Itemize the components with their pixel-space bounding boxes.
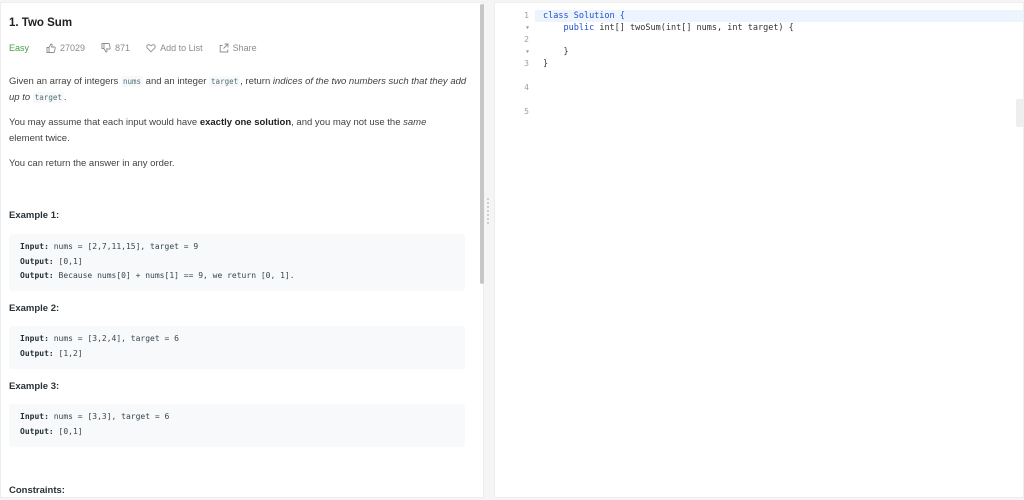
line-number-gutter: 1▼ 2▼ 3▼ 4▼ 5▼ (509, 10, 529, 130)
example-2-output: Output: [1,2] (20, 348, 83, 358)
like-button[interactable]: 27029 (46, 43, 85, 53)
line-number: 3▼ (524, 59, 529, 68)
description-paragraph-2: You may assume that each input would hav… (9, 117, 427, 144)
inline-code-target-2: target (32, 92, 64, 103)
description-paragraph-1: Given an array of integers nums and an i… (9, 76, 467, 103)
share-icon (219, 43, 229, 53)
dislike-count: 871 (115, 43, 131, 53)
code-line-4: } (563, 47, 569, 57)
description-scrollbar[interactable] (480, 4, 484, 284)
example-1-output: Output: [0,1] (20, 256, 83, 266)
heart-icon (146, 44, 156, 53)
example-2-title: Example 2: (9, 303, 60, 314)
fold-arrow-icon[interactable]: ▼ (511, 22, 529, 34)
problem-meta: Easy 27029 871 Add to List Share (9, 43, 273, 53)
fold-arrow-icon[interactable]: ▼ (511, 46, 529, 58)
difficulty-badge: Easy (9, 43, 30, 53)
example-1-input: Input: nums = [2,7,11,15], target = 9 (20, 242, 199, 251)
app-root: 1. Two Sum Easy 27029 871 Add to List Sh… (0, 0, 1024, 500)
editor-side-handle[interactable] (1016, 99, 1023, 127)
line-number: 4▼ (524, 83, 529, 92)
example-3-title: Example 3: (9, 381, 60, 392)
example-3-input: Input: nums = [3,3], target = 6 (20, 412, 170, 421)
inline-code-target: target (209, 76, 241, 87)
example-1-box: Input: nums = [2,7,11,15], target = 9 Ou… (9, 234, 465, 291)
add-to-list-label: Add to List (160, 43, 203, 53)
inline-code-nums: nums (120, 76, 144, 87)
thumbs-up-icon (46, 43, 56, 53)
line-number: 5▼ (524, 107, 529, 116)
description-paragraph-3: You can return the answer in any order. (9, 158, 175, 169)
description-panel: 1. Two Sum Easy 27029 871 Add to List Sh… (0, 2, 484, 498)
example-1-explanation: Output: Because nums[0] + nums[1] == 9, … (20, 271, 295, 280)
example-1-title: Example 1: (9, 210, 60, 221)
example-2-box: Input: nums = [3,2,4], target = 6 Output… (9, 326, 465, 369)
code-editor[interactable]: 1▼ 2▼ 3▼ 4▼ 5▼ class Solution { public i… (494, 2, 1024, 498)
code-line-5: } (543, 59, 549, 69)
share-label: Share (232, 43, 257, 53)
constraints-title: Constraints: (9, 485, 65, 496)
like-count: 27029 (60, 43, 86, 53)
panel-resize-handle[interactable] (487, 196, 490, 228)
dislike-button[interactable]: 871 (101, 43, 130, 53)
code-text[interactable]: class Solution { public int[] twoSum(int… (543, 10, 794, 70)
code-line-1: class Solution { (543, 11, 625, 21)
share-button[interactable]: Share (219, 43, 257, 53)
example-2-input: Input: nums = [3,2,4], target = 6 (20, 334, 179, 343)
example-3-box: Input: nums = [3,3], target = 6 Output: … (9, 404, 465, 447)
code-line-2: public int[] twoSum(int[] nums, int targ… (563, 23, 794, 33)
line-number: 2 ▼ (509, 34, 529, 58)
add-to-list-button[interactable]: Add to List (146, 43, 203, 53)
problem-title: 1. Two Sum (9, 17, 73, 29)
thumbs-down-icon (101, 43, 111, 53)
example-3-output: Output: [0,1] (20, 426, 83, 436)
line-number: 1 ▼ (509, 10, 529, 34)
